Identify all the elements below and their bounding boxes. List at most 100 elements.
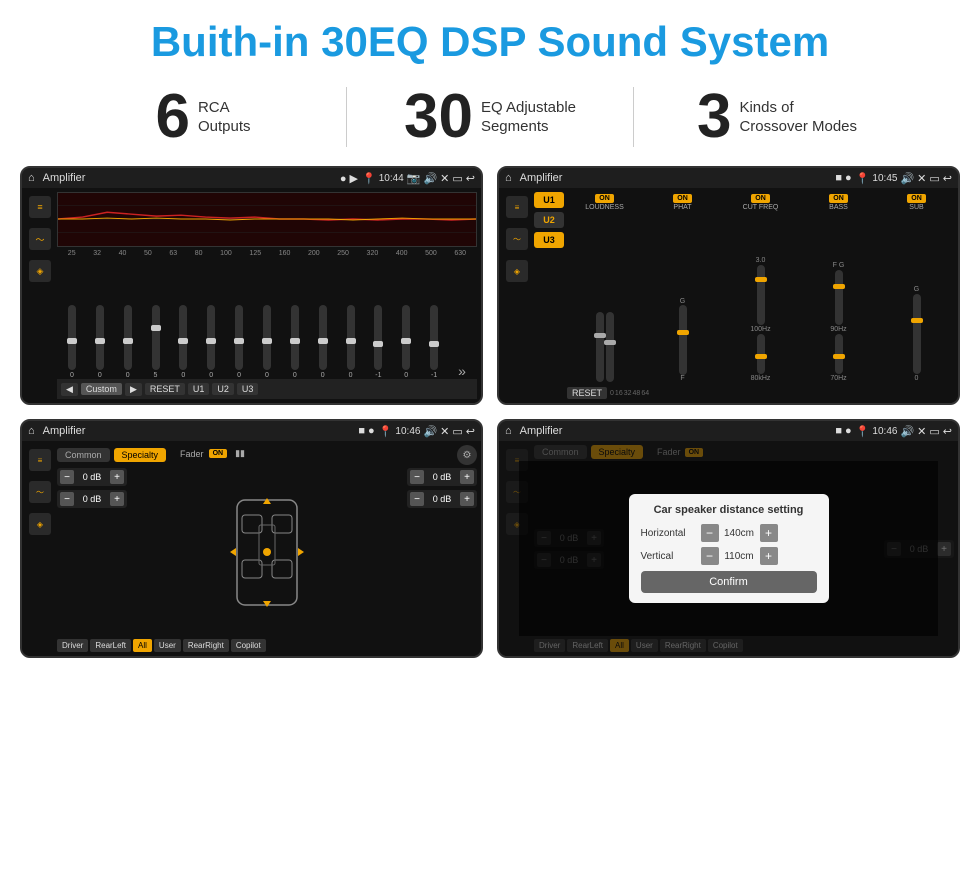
page-title: Buith-in 30EQ DSP Sound System <box>0 0 980 76</box>
eq-slider-1[interactable]: 0 <box>59 305 85 379</box>
eq-slider-2[interactable]: 0 <box>87 305 113 379</box>
phat-on-badge[interactable]: ON <box>673 194 692 203</box>
rearright-btn[interactable]: RearRight <box>183 639 229 652</box>
user-btn[interactable]: User <box>154 639 181 652</box>
crossover-controls: ON LOUDNESS ON PHAT ON CUT FREQ ON BASS <box>567 192 954 399</box>
eq-slider-7[interactable]: 0 <box>226 305 252 379</box>
volume-icon: 🔊 <box>423 172 437 185</box>
vol-fl: − 0 dB + <box>57 468 127 486</box>
vol-fr-plus[interactable]: + <box>460 470 474 484</box>
eq-play-btn[interactable]: ▶ <box>125 383 142 396</box>
speaker-screen-panel: ⌂ Amplifier ■ ● 📍 10:46 🔊 ✕ ▭ ↩ ≡ 〜 ◈ Co… <box>20 419 483 658</box>
crossover-body: ≡ 〜 ◈ U1 U2 U3 ON LOUDNESS ON PHA <box>499 188 958 403</box>
screens-grid: ⌂ Amplifier ● ▶ 📍 10:44 📷 🔊 ✕ ▭ ↩ ≡ 〜 ◈ <box>0 162 980 668</box>
eq-slider-expand[interactable]: » <box>449 363 475 379</box>
eq-slider-14[interactable]: -1 <box>421 305 447 379</box>
vol-rl-minus[interactable]: − <box>60 492 74 506</box>
horizontal-value: 140cm <box>722 528 757 539</box>
crossover-back-icon[interactable]: ↩ <box>943 172 952 185</box>
horizontal-minus-btn[interactable]: − <box>701 524 719 542</box>
speaker-settings-icon[interactable]: ⚙ <box>463 450 472 461</box>
crossover-home-icon[interactable]: ⌂ <box>505 172 512 184</box>
eq-slider-6[interactable]: 0 <box>198 305 224 379</box>
eq-mode-label: Custom <box>81 383 122 395</box>
back-icon[interactable]: ↩ <box>466 172 475 185</box>
crossover-reset-btn[interactable]: RESET <box>567 387 607 399</box>
crossover-sidebar-btn-2[interactable]: 〜 <box>506 228 528 250</box>
vol-fr-minus[interactable]: − <box>410 470 424 484</box>
dialog-x-icon: ✕ <box>917 425 926 438</box>
dialog-home-icon[interactable]: ⌂ <box>505 425 512 437</box>
speaker-sidebar-btn-1[interactable]: ≡ <box>29 449 51 471</box>
eq-slider-9[interactable]: 0 <box>282 305 308 379</box>
home-icon[interactable]: ⌂ <box>28 172 35 184</box>
location-icon: 📍 <box>362 172 376 185</box>
eq-slider-11[interactable]: 0 <box>338 305 364 379</box>
vol-fl-minus[interactable]: − <box>60 470 74 484</box>
speaker-sidebar-btn-3[interactable]: ◈ <box>29 513 51 535</box>
copilot-btn[interactable]: Copilot <box>231 639 266 652</box>
vol-rr-minus[interactable]: − <box>410 492 424 506</box>
stat-label-crossover: Kinds ofCrossover Modes <box>739 98 857 137</box>
eq-slider-3[interactable]: 0 <box>115 305 141 379</box>
preset-u3-btn[interactable]: U3 <box>534 232 564 248</box>
speaker-sidebar-btn-2[interactable]: 〜 <box>29 481 51 503</box>
stat-number-rca: 6 <box>155 86 189 148</box>
sub-on-badge[interactable]: ON <box>907 194 926 203</box>
eq-prev-btn[interactable]: ◀ <box>61 383 78 396</box>
eq-slider-4[interactable]: 5 <box>143 305 169 379</box>
crossover-dots: ■ ● <box>835 172 851 184</box>
vol-rl-value: 0 dB <box>76 494 108 504</box>
speaker-main: Common Specialty Fader ON ▮▮ ⚙ − <box>57 445 477 652</box>
tab-common[interactable]: Common <box>57 448 110 462</box>
vol-rr-plus[interactable]: + <box>460 492 474 506</box>
dialog-title-text: Car speaker distance setting <box>641 504 817 516</box>
horizontal-row: Horizontal − 140cm + <box>641 524 817 542</box>
speaker-body: ≡ 〜 ◈ Common Specialty Fader ON ▮▮ ⚙ <box>22 441 481 656</box>
speaker-sidebar: ≡ 〜 ◈ <box>26 445 54 652</box>
cutfreq-on-badge[interactable]: ON <box>751 194 770 203</box>
eq-slider-13[interactable]: 0 <box>393 305 419 379</box>
eq-u1-btn[interactable]: U1 <box>188 383 210 395</box>
cutfreq-label: CUT FREQ <box>743 204 779 211</box>
eq-slider-8[interactable]: 0 <box>254 305 280 379</box>
eq-reset-btn[interactable]: RESET <box>145 383 185 395</box>
crossover-sidebar-btn-3[interactable]: ◈ <box>506 260 528 282</box>
vol-rl-plus[interactable]: + <box>110 492 124 506</box>
dialog-back-icon[interactable]: ↩ <box>943 425 952 438</box>
stat-label-eq: EQ AdjustableSegments <box>481 98 576 137</box>
speaker-back-icon[interactable]: ↩ <box>466 425 475 438</box>
vertical-minus-btn[interactable]: − <box>701 547 719 565</box>
confirm-button[interactable]: Confirm <box>641 571 817 593</box>
fader-on-badge[interactable]: ON <box>209 449 228 458</box>
eq-u2-btn[interactable]: U2 <box>212 383 234 395</box>
speaker-home-icon[interactable]: ⌂ <box>28 425 35 437</box>
eq-main: 25 32 40 50 63 80 100 125 160 200 250 32… <box>57 192 477 399</box>
eq-sidebar-btn-1[interactable]: ≡ <box>29 196 51 218</box>
horizontal-plus-btn[interactable]: + <box>760 524 778 542</box>
dialog-vol-icon: 🔊 <box>900 425 914 438</box>
eq-slider-12[interactable]: -1 <box>365 305 391 379</box>
crossover-presets: U1 U2 U3 <box>534 192 564 399</box>
preset-u2-btn[interactable]: U2 <box>534 212 564 228</box>
eq-sidebar-btn-2[interactable]: 〜 <box>29 228 51 250</box>
driver-btn[interactable]: Driver <box>57 639 88 652</box>
freq-400: 400 <box>396 250 408 257</box>
crossover-sidebar-btn-1[interactable]: ≡ <box>506 196 528 218</box>
all-btn[interactable]: All <box>133 639 152 652</box>
preset-u1-btn[interactable]: U1 <box>534 192 564 208</box>
dialog-status-icons: 📍 10:46 🔊 ✕ ▭ ↩ <box>856 425 952 438</box>
vol-fl-plus[interactable]: + <box>110 470 124 484</box>
eq-slider-10[interactable]: 0 <box>310 305 336 379</box>
rearleft-btn[interactable]: RearLeft <box>90 639 131 652</box>
loudness-on-badge[interactable]: ON <box>595 194 614 203</box>
sub-label: SUB <box>909 204 923 211</box>
bass-on-badge[interactable]: ON <box>829 194 848 203</box>
freq-32: 32 <box>93 250 101 257</box>
eq-sidebar-btn-3[interactable]: ◈ <box>29 260 51 282</box>
tab-specialty[interactable]: Specialty <box>114 448 167 462</box>
vertical-plus-btn[interactable]: + <box>760 547 778 565</box>
eq-u3-btn[interactable]: U3 <box>237 383 259 395</box>
dialog-time: 10:46 <box>872 426 897 437</box>
eq-slider-5[interactable]: 0 <box>170 305 196 379</box>
